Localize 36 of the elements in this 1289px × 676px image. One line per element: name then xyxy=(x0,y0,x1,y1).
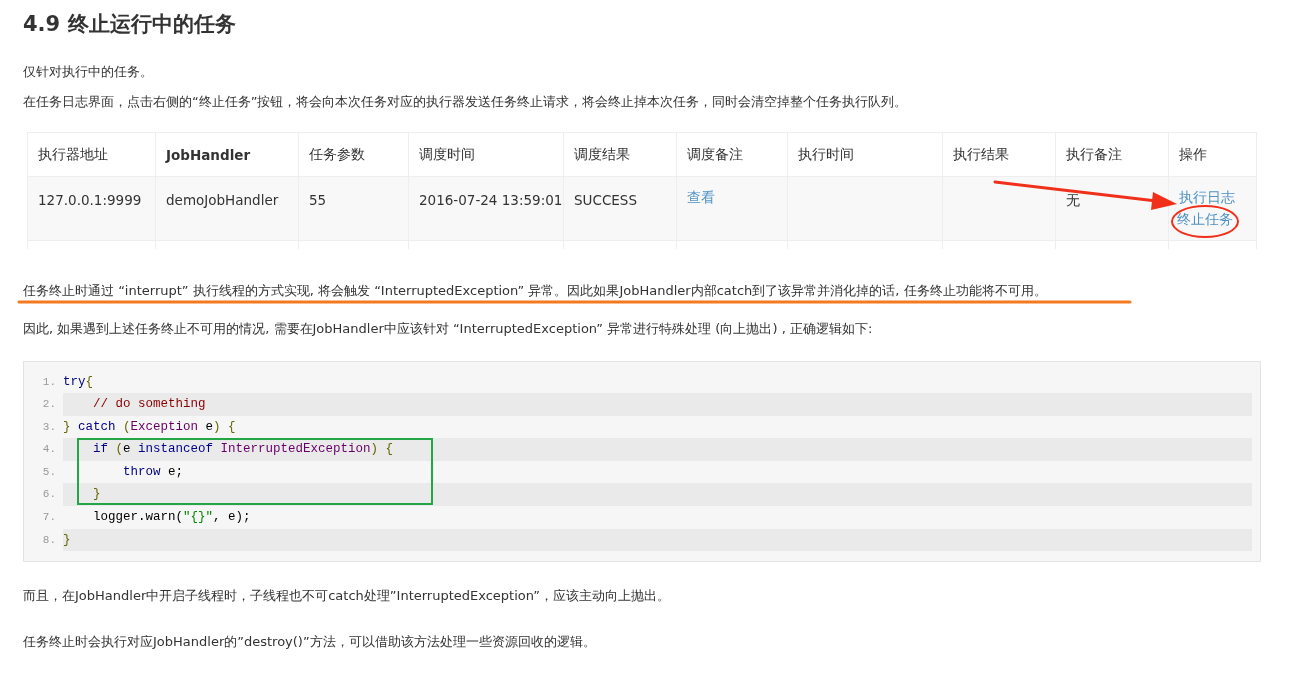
line-number: 7. xyxy=(41,510,57,526)
paragraph: 而且，在JobHandler中开启子线程时，子线程也不可catch处理”InterruptedException”，应该主动向上抛出。 xyxy=(23,588,672,605)
line-number: 4. xyxy=(41,442,57,458)
column-header: 任务参数 xyxy=(298,132,409,177)
table-cell: 127.0.0.1:9999 xyxy=(27,176,156,241)
column-header: 执行时间 xyxy=(787,132,943,177)
paragraph: 任务终止时通过 “interrupt” 执行线程的方式实现, 将会触发 “InterruptedException” 异常。因此如果JobHandler内部catch到了该异常并消化掉的话, 任务终止功能将不可用。 xyxy=(23,282,1048,299)
table-cell: SUCCESS xyxy=(563,176,677,241)
column-header: 调度时间 xyxy=(408,132,564,177)
column-header: 执行器地址 xyxy=(27,132,156,177)
column-header: 调度备注 xyxy=(676,132,788,177)
paragraph: 任务终止时会执行对应JobHandler的”destroy()”方法，可以借助该方法处理一些资源回收的逻辑。 xyxy=(23,634,597,651)
code-line: throw e; xyxy=(122,463,185,481)
paragraph: 因此, 如果遇到上述任务终止不可用的情况, 需要在JobHandler中应该针对 “InterruptedException” 异常进行特殊处理 (向上抛出) , 正确逻辑如下: xyxy=(23,320,874,337)
table-cell: 2016-07-24 13:59:01 xyxy=(408,176,564,241)
column-header: 调度结果 xyxy=(563,132,677,177)
line-number: 6. xyxy=(41,487,57,503)
column-header: JobHandler xyxy=(155,132,299,177)
line-number: 1. xyxy=(41,374,57,390)
code-line: logger.warn("{}", e); xyxy=(92,509,252,527)
table-link[interactable]: 终止任务 xyxy=(1177,208,1233,230)
paragraph: 在任务日志界面，点击右侧的“终止任务”按钮，将会向本次任务对应的执行器发送任务终止请求，将会终止掉本次任务，同时会清空掉整个任务执行队列。 xyxy=(23,94,909,110)
code-line: } catch (Exception e) { xyxy=(63,418,237,436)
column-header: 执行结果 xyxy=(942,132,1056,177)
line-number: 5. xyxy=(41,464,57,480)
table-cell: demoJobHandler xyxy=(155,176,299,241)
code-line: try{ xyxy=(63,373,95,391)
column-header: 执行备注 xyxy=(1055,132,1169,177)
line-number: 2. xyxy=(41,397,57,413)
line-number: 8. xyxy=(41,532,57,548)
table-link[interactable]: 执行日志 xyxy=(1179,186,1246,208)
table-cell: 55 xyxy=(298,176,409,241)
line-number: 3. xyxy=(41,419,57,435)
column-header: 操作 xyxy=(1168,132,1257,177)
paragraph: 仅针对执行中的任务。 xyxy=(23,64,154,80)
section-heading: 4.9 终止运行中的任务 xyxy=(23,11,237,38)
